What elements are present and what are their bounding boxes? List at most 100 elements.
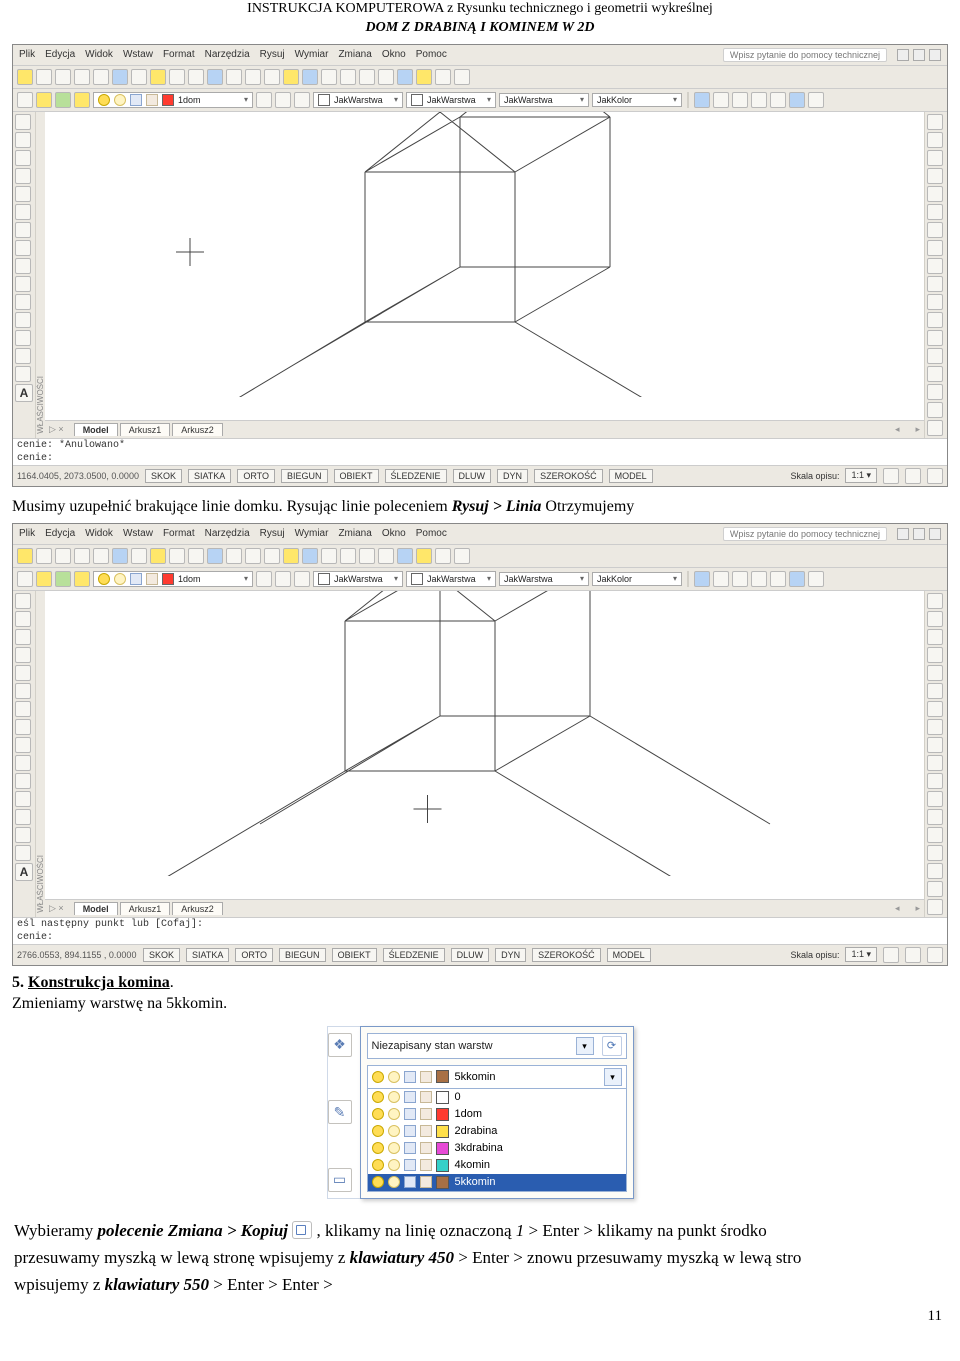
draw-tool-icon[interactable] xyxy=(15,629,31,645)
toolbar-icon[interactable] xyxy=(283,548,299,564)
toolbar-icon[interactable] xyxy=(321,548,337,564)
menu-plik[interactable]: Plik xyxy=(19,528,35,539)
draw-tool-icon[interactable] xyxy=(15,186,31,202)
toolbar-icon[interactable] xyxy=(302,548,318,564)
tab-arkusz1[interactable]: Arkusz1 xyxy=(120,902,171,915)
status-icon[interactable] xyxy=(905,468,921,484)
modify-tool-icon[interactable] xyxy=(927,629,943,645)
status-toggle-śledzenie[interactable]: ŚLEDZENIE xyxy=(383,948,445,962)
toolbar-icon[interactable] xyxy=(378,548,394,564)
command-prompt[interactable]: cenie: xyxy=(13,931,947,944)
command-line[interactable]: cenie: *Anulowano*cenie: xyxy=(13,438,947,465)
modify-tool-icon[interactable] xyxy=(927,791,943,807)
layer-row-4komin[interactable]: 4komin xyxy=(368,1157,626,1174)
draw-tool-icon[interactable] xyxy=(15,737,31,753)
toolbar-icon[interactable] xyxy=(256,92,272,108)
toolbar-icon[interactable] xyxy=(169,548,185,564)
draw-tool-icon[interactable] xyxy=(15,204,31,220)
menu-format[interactable]: Format xyxy=(163,528,195,539)
menu-edycja[interactable]: Edycja xyxy=(45,528,75,539)
toolbar-icon[interactable] xyxy=(264,69,280,85)
help-search[interactable]: Wpisz pytanie do pomocy technicznej xyxy=(723,48,887,62)
menu-okno[interactable]: Okno xyxy=(382,49,406,60)
draw-tool-icon[interactable] xyxy=(15,348,31,364)
toolbar-icon[interactable] xyxy=(17,92,33,108)
menu-widok[interactable]: Widok xyxy=(85,49,113,60)
toolbar-icon[interactable] xyxy=(74,69,90,85)
modify-tool-icon[interactable] xyxy=(927,348,943,364)
command-line[interactable]: eśl następny punkt lub [Cofaj]:cenie: xyxy=(13,917,947,944)
window-controls[interactable] xyxy=(897,49,941,61)
toolbar-icon[interactable] xyxy=(256,571,272,587)
menu-narzędzia[interactable]: Narzędzia xyxy=(205,49,250,60)
status-toggle-skok[interactable]: SKOK xyxy=(143,948,180,962)
status-toggle-model[interactable]: MODEL xyxy=(609,469,653,483)
modify-tool-icon[interactable] xyxy=(927,827,943,843)
menu-wstaw[interactable]: Wstaw xyxy=(123,49,153,60)
layer-row-3kdrabina[interactable]: 3kdrabina xyxy=(368,1140,626,1157)
menu-okno[interactable]: Okno xyxy=(382,528,406,539)
toolbar-icon[interactable] xyxy=(454,548,470,564)
scale-value[interactable]: 1:1 ▾ xyxy=(845,947,877,962)
command-prompt[interactable]: cenie: xyxy=(13,452,947,465)
toolbar-icon[interactable] xyxy=(732,92,748,108)
refresh-icon[interactable]: ⟳ xyxy=(602,1036,622,1056)
modify-tool-icon[interactable] xyxy=(927,899,943,915)
menu-rysuj[interactable]: Rysuj xyxy=(260,49,285,60)
status-toggle-biegun[interactable]: BIEGUN xyxy=(281,469,328,483)
status-toggle-dluw[interactable]: DLUW xyxy=(453,469,492,483)
draw-tool-icon[interactable] xyxy=(15,647,31,663)
modify-tool-icon[interactable] xyxy=(927,330,943,346)
toolbar-icon[interactable] xyxy=(17,571,33,587)
layer-row-0[interactable]: 0 xyxy=(368,1089,626,1106)
status-toggle-orto[interactable]: ORTO xyxy=(237,469,275,483)
menu-plik[interactable]: Plik xyxy=(19,49,35,60)
toolbar-icon[interactable] xyxy=(207,69,223,85)
toolbar-icon[interactable] xyxy=(751,92,767,108)
toolbar-icon[interactable] xyxy=(275,571,291,587)
menu-wymiar[interactable]: Wymiar xyxy=(295,528,329,539)
draw-tool-icon[interactable] xyxy=(15,276,31,292)
properties-panel-collapsed[interactable]: WŁAŚCIWOŚCI xyxy=(36,851,45,917)
toolbar-icon[interactable] xyxy=(397,548,413,564)
toolbar-icon[interactable] xyxy=(112,69,128,85)
status-toggle-biegun[interactable]: BIEGUN xyxy=(279,948,326,962)
toolbar-icon[interactable] xyxy=(294,571,310,587)
toolbar-icon[interactable] xyxy=(264,548,280,564)
toolbar-icon[interactable] xyxy=(74,548,90,564)
linetype-combo[interactable]: JakWarstwa▾ xyxy=(499,93,589,107)
menu-wymiar[interactable]: Wymiar xyxy=(295,49,329,60)
toolbar-icon[interactable] xyxy=(131,548,147,564)
toolbar-icon[interactable] xyxy=(226,548,242,564)
toolbar-icon[interactable] xyxy=(74,571,90,587)
modify-tool-icon[interactable] xyxy=(927,294,943,310)
modify-tool-icon[interactable] xyxy=(927,420,943,436)
toolbar-icon[interactable] xyxy=(770,92,786,108)
modify-tool-icon[interactable] xyxy=(927,132,943,148)
draw-tool-icon[interactable] xyxy=(15,809,31,825)
toolbar-icon[interactable] xyxy=(416,69,432,85)
toolbar-icon[interactable] xyxy=(55,571,71,587)
toolbar-icon[interactable] xyxy=(36,92,52,108)
status-icon[interactable] xyxy=(905,947,921,963)
tab-model[interactable]: Model xyxy=(74,902,118,915)
layer-state-combo[interactable]: Niezapisany stan warstw ▾ ⟳ xyxy=(367,1033,627,1059)
draw-tool-icon[interactable] xyxy=(15,683,31,699)
toolbar-icon[interactable] xyxy=(36,69,52,85)
toolbar-icon[interactable] xyxy=(435,69,451,85)
toolbar-icon[interactable] xyxy=(150,548,166,564)
menu-zmiana[interactable]: Zmiana xyxy=(338,528,371,539)
toolbar-icon[interactable] xyxy=(245,69,261,85)
toolbar-icon[interactable] xyxy=(294,92,310,108)
status-icon[interactable] xyxy=(883,468,899,484)
toolbar-icon[interactable] xyxy=(378,69,394,85)
menu-zmiana[interactable]: Zmiana xyxy=(338,49,371,60)
drawing-canvas[interactable] xyxy=(45,591,924,899)
toolbar-icon[interactable] xyxy=(789,92,805,108)
toolbar-icon[interactable] xyxy=(150,69,166,85)
toolbar-icon[interactable] xyxy=(340,69,356,85)
layer-row-1dom[interactable]: 1dom xyxy=(368,1106,626,1123)
toolbar-icon[interactable] xyxy=(283,69,299,85)
toolbar-icon[interactable] xyxy=(55,92,71,108)
modify-tool-icon[interactable] xyxy=(927,258,943,274)
